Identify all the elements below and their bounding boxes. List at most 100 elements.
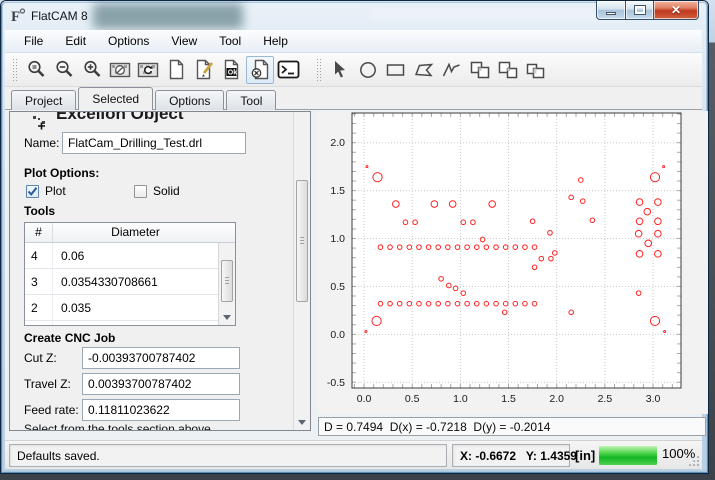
menu-tool[interactable]: Tool (208, 31, 252, 51)
name-input[interactable] (62, 132, 246, 154)
plot-svg[interactable]: 0.00.51.01.52.02.53.0-0.50.00.51.01.52.0 (318, 111, 708, 414)
svg-text:1.0: 1.0 (453, 393, 468, 405)
status-message: Defaults saved. (9, 444, 447, 467)
panel-scrollbar[interactable] (293, 112, 310, 430)
scrollbar-thumb[interactable] (296, 180, 308, 302)
svg-text:0.5: 0.5 (405, 393, 420, 405)
tool-diameter: 0.06 (53, 249, 218, 263)
solid-checkbox[interactable]: Solid (134, 184, 180, 198)
svg-text:0.0: 0.0 (357, 393, 372, 405)
ok-file-icon[interactable]: Ok (218, 56, 246, 84)
draw-rectangle-icon[interactable] (382, 56, 410, 84)
plot-checkbox[interactable]: Plot (26, 184, 66, 198)
svg-text:2.0: 2.0 (549, 393, 564, 405)
union-icon[interactable] (466, 56, 494, 84)
tab-project[interactable]: Project (11, 90, 76, 110)
close-icon: ✕ (671, 4, 681, 16)
svg-text:0.5: 0.5 (330, 281, 345, 293)
svg-text:1.5: 1.5 (330, 185, 345, 197)
menu-edit[interactable]: Edit (54, 31, 97, 51)
toolbar-drag-handle[interactable] (12, 58, 18, 82)
tab-options[interactable]: Options (155, 90, 224, 110)
travel-z-input[interactable] (82, 373, 240, 395)
titlebar[interactable]: F FlatCAM 8 ✕ (1, 1, 708, 30)
menu-file[interactable]: File (13, 31, 54, 51)
progress-fill (599, 446, 657, 465)
scroll-down-icon[interactable] (294, 415, 310, 430)
tools-hint-text: Select from the tools section above (24, 422, 211, 431)
svg-text:2.5: 2.5 (598, 393, 613, 405)
svg-text:3.0: 3.0 (646, 393, 661, 405)
tab-selected[interactable]: Selected (78, 87, 153, 110)
draw-circle-icon[interactable] (354, 56, 382, 84)
menu-help[interactable]: Help (252, 31, 299, 51)
table-header-row: # Diameter (25, 223, 235, 243)
svg-text:1.0: 1.0 (330, 233, 345, 245)
scroll-up-icon[interactable] (219, 243, 235, 258)
scroll-down-icon[interactable] (219, 310, 235, 325)
menu-view[interactable]: View (160, 31, 208, 51)
subtract-icon[interactable] (494, 56, 522, 84)
tool-number: 2 (25, 295, 53, 320)
tabbar: Project Selected Options Tool (5, 87, 702, 110)
replot-icon[interactable] (134, 56, 162, 84)
close-button[interactable]: ✕ (653, 1, 699, 20)
tab-tool[interactable]: Tool (226, 90, 276, 110)
app-logo-icon: F (9, 6, 27, 24)
menubar: File Edit Options View Tool Help (5, 30, 702, 53)
draw-polyline-icon[interactable] (438, 56, 466, 84)
intersect-icon[interactable] (522, 56, 550, 84)
cnc-section-title: Create CNC Job (24, 331, 115, 345)
feed-rate-label: Feed rate: (24, 403, 79, 417)
excellon-object-panel: Excellon Object Name: Plot Options: Plot… (9, 111, 311, 431)
clear-plot-icon[interactable] (106, 56, 134, 84)
titlebar-glass-reflection (93, 3, 243, 29)
pointer-icon[interactable] (326, 56, 354, 84)
maximize-button[interactable] (625, 1, 654, 20)
zoom-in-icon[interactable] (78, 56, 106, 84)
feed-rate-input[interactable] (82, 399, 240, 421)
menu-options[interactable]: Options (97, 31, 160, 51)
titlebar-glass-reflection (369, 8, 624, 21)
toolbar-drag-handle[interactable] (316, 58, 322, 82)
plot-checkbox-label: Plot (45, 184, 66, 198)
cursor-coordinates: X: -0.6672 Y: 1.4359 (452, 444, 570, 467)
draw-polygon-icon[interactable] (410, 56, 438, 84)
tools-label: Tools (24, 204, 55, 218)
scrollbar-thumb[interactable] (221, 260, 233, 302)
col-header-diameter[interactable]: Diameter (53, 223, 218, 242)
minimize-icon (606, 12, 616, 15)
svg-text:0.0: 0.0 (330, 329, 345, 341)
svg-text:Ok: Ok (228, 70, 237, 77)
table-row[interactable]: 3 0.0354330708661 (25, 269, 218, 295)
scroll-up-icon[interactable] (294, 112, 310, 127)
svg-text:-0.5: -0.5 (327, 377, 345, 389)
checkbox-unchecked-icon (134, 185, 147, 198)
maximize-icon (635, 6, 645, 14)
tool-number: 3 (25, 269, 53, 294)
zoom-out-icon[interactable] (50, 56, 78, 84)
name-label: Name: (24, 136, 59, 150)
edit-file-icon[interactable] (190, 56, 218, 84)
col-header-number[interactable]: # (25, 223, 53, 242)
table-row[interactable]: 4 0.06 (25, 243, 218, 269)
svg-text:1.5: 1.5 (501, 393, 516, 405)
panel-title: Excellon Object (56, 111, 184, 124)
minimize-button[interactable] (596, 1, 626, 20)
table-row[interactable]: 2 0.035 (25, 295, 218, 321)
new-file-icon[interactable] (162, 56, 190, 84)
distance-readout: D = 0.7494 D(x) = -0.7218 D(y) = -0.2014 (318, 417, 706, 436)
excellon-object-icon (30, 113, 50, 133)
cut-z-input[interactable] (82, 347, 240, 369)
shell-icon[interactable] (274, 56, 302, 84)
app-window: F FlatCAM 8 ✕ File Edit Options View Too… (0, 0, 709, 474)
main-area: Excellon Object Name: Plot Options: Plot… (5, 110, 702, 440)
table-row (25, 321, 218, 326)
delete-file-icon[interactable] (246, 56, 274, 84)
toolbar: Ok (5, 53, 702, 87)
plot-panel: 0.00.51.01.52.02.53.0-0.50.00.51.01.52.0… (315, 110, 709, 440)
tool-diameter: 0.035 (53, 301, 218, 315)
zoom-fit-icon[interactable] (22, 56, 50, 84)
table-scrollbar[interactable] (218, 243, 235, 325)
travel-z-label: Travel Z: (24, 377, 71, 391)
